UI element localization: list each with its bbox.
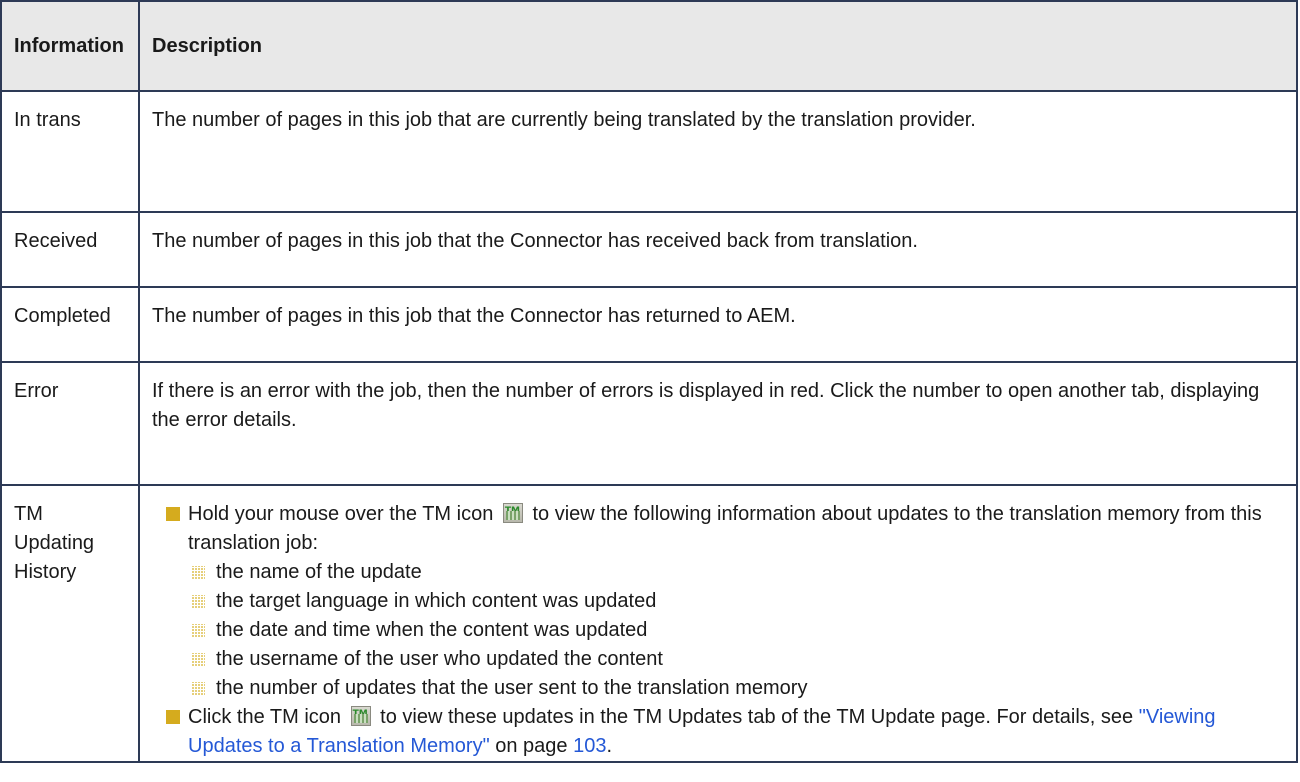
end-punctuation: . — [606, 735, 613, 757]
square-bullet-icon — [166, 710, 180, 724]
grid-bullet-icon — [192, 624, 205, 637]
header-information: Information — [0, 0, 140, 92]
sub-item-text: the date and time when the content was u… — [216, 619, 648, 641]
grid-bullet-icon — [192, 595, 205, 608]
tm-icon — [502, 497, 523, 526]
tm-icon — [350, 700, 371, 729]
header-description: Description — [138, 0, 1298, 92]
page-prefix: on page — [495, 735, 568, 757]
sub-item-text: the username of the user who updated the… — [216, 648, 663, 670]
row-description: Hold your mouse over the TM icon to view… — [138, 484, 1298, 763]
row-label: TM Updating History — [0, 484, 140, 763]
list-item: Click the TM icon to view these updates … — [152, 700, 1288, 761]
grid-bullet-icon — [192, 653, 205, 666]
row-description: The number of pages in this job that the… — [138, 286, 1298, 363]
sub-list: the name of the update the target langua… — [188, 558, 1288, 703]
header-row: Information Description — [0, 0, 1298, 92]
row-label: Error — [0, 361, 140, 486]
label-line: Updating — [14, 532, 95, 554]
bullet-text: Hold your mouse over the TM icon — [188, 503, 494, 525]
table-row: Received The number of pages in this job… — [0, 211, 1298, 288]
table-row: TM Updating History Hold your mouse over… — [0, 484, 1298, 763]
sub-list-item: the target language in which content was… — [188, 587, 1288, 616]
label-line: History — [14, 561, 77, 583]
grid-bullet-icon — [192, 682, 205, 695]
square-bullet-icon — [166, 507, 180, 521]
row-label: In trans — [0, 90, 140, 213]
row-description: If there is an error with the job, then … — [138, 361, 1298, 486]
bullet-text: to view these updates in the TM Updates … — [380, 706, 1134, 728]
grid-bullet-icon — [192, 566, 205, 579]
sub-list-item: the name of the update — [188, 558, 1288, 587]
label-line: TM — [14, 503, 43, 525]
sub-list-item: the username of the user who updated the… — [188, 645, 1288, 674]
page-number-link[interactable]: 103 — [573, 735, 606, 757]
table-row: Error If there is an error with the job,… — [0, 361, 1298, 486]
bullet-list: Hold your mouse over the TM icon to view… — [152, 497, 1288, 761]
sub-list-item: the number of updates that the user sent… — [188, 674, 1288, 703]
row-label: Received — [0, 211, 140, 288]
row-description: The number of pages in this job that the… — [138, 211, 1298, 288]
sub-list-item: the date and time when the content was u… — [188, 616, 1288, 645]
table-row: Completed The number of pages in this jo… — [0, 286, 1298, 363]
bullet-text: Click the TM icon — [188, 706, 342, 728]
list-item: Hold your mouse over the TM icon to view… — [152, 497, 1288, 703]
information-table: Information Description In trans The num… — [0, 0, 1298, 763]
row-description: The number of pages in this job that are… — [138, 90, 1298, 213]
row-label: Completed — [0, 286, 140, 363]
sub-item-text: the target language in which content was… — [216, 590, 657, 612]
sub-item-text: the name of the update — [216, 561, 422, 583]
table-row: In trans The number of pages in this job… — [0, 90, 1298, 213]
sub-item-text: the number of updates that the user sent… — [216, 677, 808, 699]
